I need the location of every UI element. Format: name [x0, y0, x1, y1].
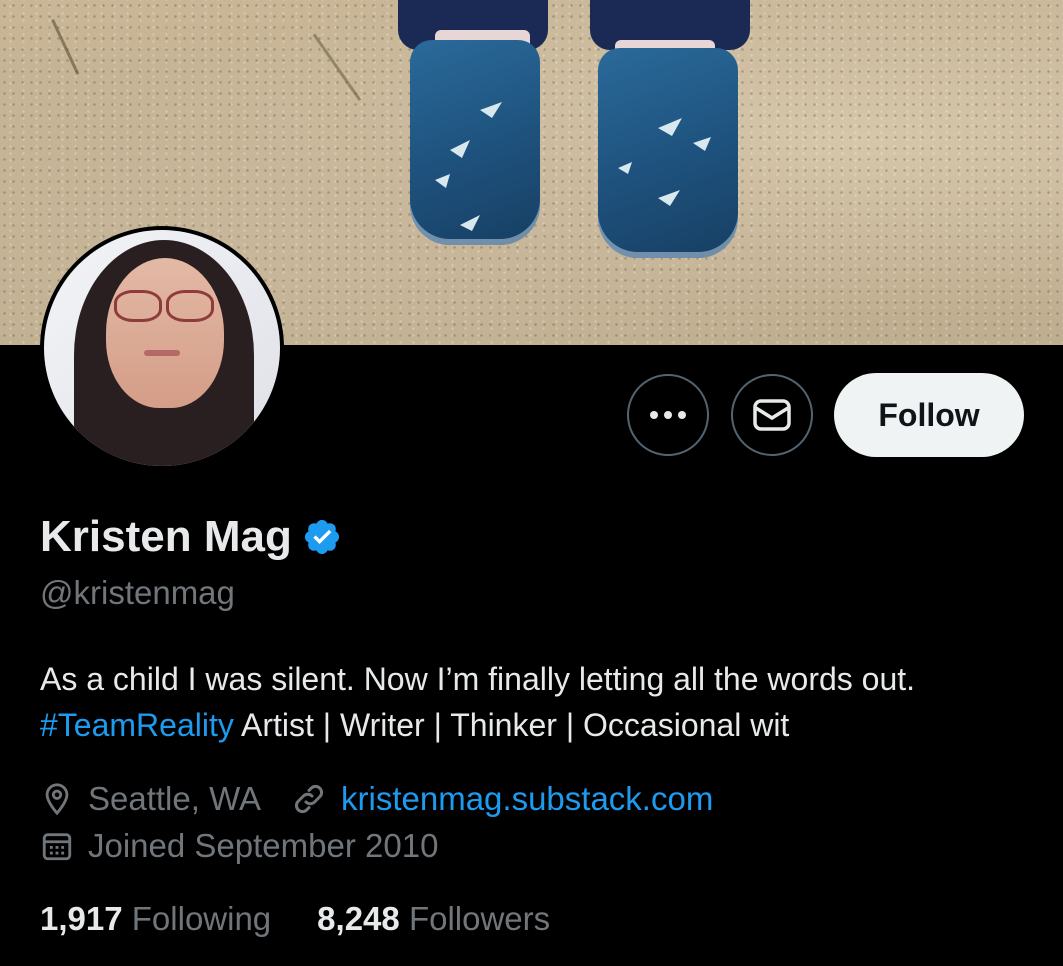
- bio-line: As a child I was silent. Now I’m finally…: [40, 661, 916, 697]
- envelope-icon: [753, 399, 791, 431]
- calendar-icon: [40, 828, 74, 864]
- avatar-mouth: [144, 350, 180, 356]
- message-button[interactable]: [731, 374, 813, 456]
- follow-button[interactable]: Follow: [834, 373, 1024, 457]
- bio-line: #TeamReality Artist | Writer | Thinker |…: [40, 702, 1050, 748]
- avatar-face: [106, 258, 224, 408]
- hashtag-link[interactable]: #TeamReality: [40, 707, 234, 743]
- avatar-photo: [44, 230, 280, 466]
- following-label: Following: [131, 900, 272, 937]
- following-count: 1,917: [40, 900, 123, 937]
- followers-link[interactable]: 8,248 Followers: [317, 900, 550, 938]
- profile-bio: As a child I was silent. Now I’m finally…: [40, 656, 1050, 748]
- link-icon: [291, 781, 327, 817]
- profile-joined-row: Joined September 2010: [40, 827, 438, 865]
- followers-count: 8,248: [317, 900, 400, 937]
- location-icon: [40, 781, 74, 817]
- avatar-glasses-right: [166, 290, 214, 322]
- following-link[interactable]: 1,917 Following: [40, 900, 271, 938]
- followers-label: Followers: [408, 900, 551, 937]
- location-text: Seattle, WA: [88, 780, 262, 817]
- banner-boot-left: [410, 40, 540, 245]
- verified-badge-icon[interactable]: [302, 517, 342, 557]
- follow-stats: 1,917 Following 8,248 Followers: [40, 900, 550, 938]
- more-options-button[interactable]: [627, 374, 709, 456]
- display-name: Kristen Mag: [40, 512, 292, 561]
- avatar-glasses-left: [114, 290, 162, 322]
- bio-text: Artist | Writer | Thinker | Occasional w…: [233, 707, 790, 743]
- ellipsis-icon: [650, 411, 686, 419]
- profile-avatar[interactable]: [40, 226, 284, 470]
- banner-boot-right: [598, 48, 738, 258]
- profile-name-row: Kristen Mag: [40, 512, 342, 562]
- joined-text: Joined September 2010: [88, 827, 439, 864]
- profile-handle: @kristenmag: [40, 574, 235, 611]
- website-link[interactable]: kristenmag.substack.com: [341, 780, 713, 818]
- profile-meta-row: Seattle, WA kristenmag.substack.com: [40, 780, 713, 818]
